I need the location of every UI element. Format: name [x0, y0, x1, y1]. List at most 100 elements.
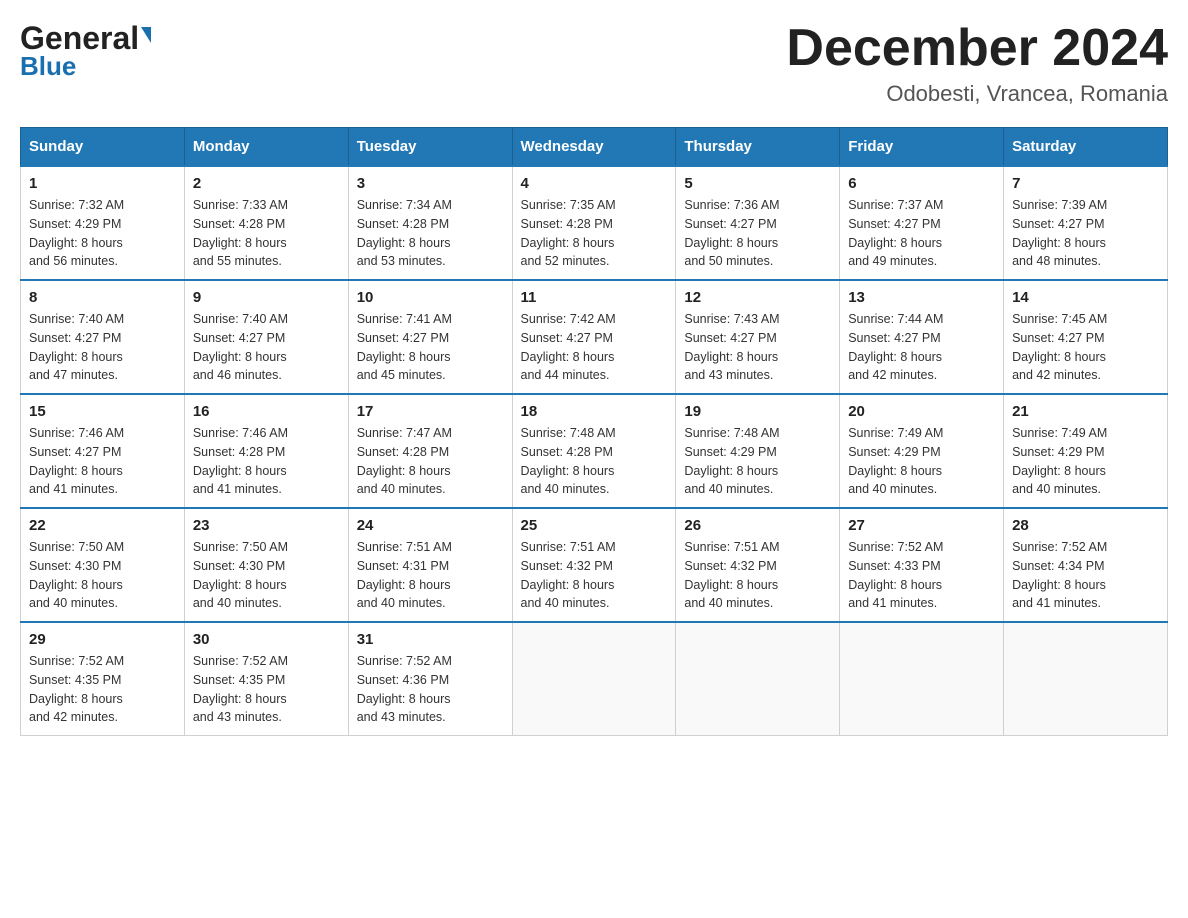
day-number: 15 — [29, 403, 176, 420]
calendar-cell: 26 Sunrise: 7:51 AMSunset: 4:32 PMDaylig… — [676, 508, 840, 622]
day-number: 24 — [357, 517, 504, 534]
day-number: 19 — [684, 403, 831, 420]
calendar-cell: 22 Sunrise: 7:50 AMSunset: 4:30 PMDaylig… — [21, 508, 185, 622]
calendar-cell: 3 Sunrise: 7:34 AMSunset: 4:28 PMDayligh… — [348, 166, 512, 280]
calendar-cell: 20 Sunrise: 7:49 AMSunset: 4:29 PMDaylig… — [840, 394, 1004, 508]
day-number: 11 — [521, 289, 668, 306]
calendar-cell: 12 Sunrise: 7:43 AMSunset: 4:27 PMDaylig… — [676, 280, 840, 394]
day-number: 6 — [848, 175, 995, 192]
day-info: Sunrise: 7:51 AMSunset: 4:32 PMDaylight:… — [521, 538, 668, 613]
calendar-cell: 1 Sunrise: 7:32 AMSunset: 4:29 PMDayligh… — [21, 166, 185, 280]
month-title: December 2024 — [786, 20, 1168, 77]
calendar-cell: 8 Sunrise: 7:40 AMSunset: 4:27 PMDayligh… — [21, 280, 185, 394]
calendar-cell — [512, 622, 676, 736]
day-number: 18 — [521, 403, 668, 420]
day-number: 2 — [193, 175, 340, 192]
day-info: Sunrise: 7:46 AMSunset: 4:27 PMDaylight:… — [29, 424, 176, 499]
day-number: 16 — [193, 403, 340, 420]
day-number: 3 — [357, 175, 504, 192]
day-info: Sunrise: 7:33 AMSunset: 4:28 PMDaylight:… — [193, 196, 340, 271]
day-info: Sunrise: 7:35 AMSunset: 4:28 PMDaylight:… — [521, 196, 668, 271]
day-number: 5 — [684, 175, 831, 192]
day-info: Sunrise: 7:43 AMSunset: 4:27 PMDaylight:… — [684, 310, 831, 385]
day-info: Sunrise: 7:44 AMSunset: 4:27 PMDaylight:… — [848, 310, 995, 385]
weekday-header-row: SundayMondayTuesdayWednesdayThursdayFrid… — [21, 128, 1168, 167]
weekday-header-wednesday: Wednesday — [512, 128, 676, 167]
logo: General Blue — [20, 20, 151, 79]
day-info: Sunrise: 7:40 AMSunset: 4:27 PMDaylight:… — [193, 310, 340, 385]
day-number: 21 — [1012, 403, 1159, 420]
day-number: 27 — [848, 517, 995, 534]
day-info: Sunrise: 7:52 AMSunset: 4:36 PMDaylight:… — [357, 652, 504, 727]
day-info: Sunrise: 7:49 AMSunset: 4:29 PMDaylight:… — [848, 424, 995, 499]
calendar-cell: 28 Sunrise: 7:52 AMSunset: 4:34 PMDaylig… — [1004, 508, 1168, 622]
day-number: 22 — [29, 517, 176, 534]
calendar-week-row: 8 Sunrise: 7:40 AMSunset: 4:27 PMDayligh… — [21, 280, 1168, 394]
day-info: Sunrise: 7:40 AMSunset: 4:27 PMDaylight:… — [29, 310, 176, 385]
calendar-cell: 31 Sunrise: 7:52 AMSunset: 4:36 PMDaylig… — [348, 622, 512, 736]
day-info: Sunrise: 7:52 AMSunset: 4:33 PMDaylight:… — [848, 538, 995, 613]
calendar-cell: 30 Sunrise: 7:52 AMSunset: 4:35 PMDaylig… — [184, 622, 348, 736]
day-number: 29 — [29, 631, 176, 648]
title-area: December 2024 Odobesti, Vrancea, Romania — [786, 20, 1168, 107]
calendar-cell — [1004, 622, 1168, 736]
calendar-cell: 29 Sunrise: 7:52 AMSunset: 4:35 PMDaylig… — [21, 622, 185, 736]
day-info: Sunrise: 7:37 AMSunset: 4:27 PMDaylight:… — [848, 196, 995, 271]
calendar-cell: 16 Sunrise: 7:46 AMSunset: 4:28 PMDaylig… — [184, 394, 348, 508]
calendar-cell: 14 Sunrise: 7:45 AMSunset: 4:27 PMDaylig… — [1004, 280, 1168, 394]
calendar-cell: 25 Sunrise: 7:51 AMSunset: 4:32 PMDaylig… — [512, 508, 676, 622]
day-info: Sunrise: 7:46 AMSunset: 4:28 PMDaylight:… — [193, 424, 340, 499]
weekday-header-monday: Monday — [184, 128, 348, 167]
day-info: Sunrise: 7:32 AMSunset: 4:29 PMDaylight:… — [29, 196, 176, 271]
day-info: Sunrise: 7:52 AMSunset: 4:34 PMDaylight:… — [1012, 538, 1159, 613]
day-number: 23 — [193, 517, 340, 534]
calendar-cell: 27 Sunrise: 7:52 AMSunset: 4:33 PMDaylig… — [840, 508, 1004, 622]
day-info: Sunrise: 7:50 AMSunset: 4:30 PMDaylight:… — [29, 538, 176, 613]
calendar-cell: 23 Sunrise: 7:50 AMSunset: 4:30 PMDaylig… — [184, 508, 348, 622]
day-info: Sunrise: 7:42 AMSunset: 4:27 PMDaylight:… — [521, 310, 668, 385]
calendar-cell: 2 Sunrise: 7:33 AMSunset: 4:28 PMDayligh… — [184, 166, 348, 280]
calendar-cell — [840, 622, 1004, 736]
calendar-week-row: 29 Sunrise: 7:52 AMSunset: 4:35 PMDaylig… — [21, 622, 1168, 736]
day-number: 13 — [848, 289, 995, 306]
location-label: Odobesti, Vrancea, Romania — [786, 81, 1168, 107]
day-number: 28 — [1012, 517, 1159, 534]
day-info: Sunrise: 7:51 AMSunset: 4:32 PMDaylight:… — [684, 538, 831, 613]
calendar-cell: 5 Sunrise: 7:36 AMSunset: 4:27 PMDayligh… — [676, 166, 840, 280]
day-number: 17 — [357, 403, 504, 420]
weekday-header-thursday: Thursday — [676, 128, 840, 167]
day-number: 14 — [1012, 289, 1159, 306]
day-info: Sunrise: 7:48 AMSunset: 4:28 PMDaylight:… — [521, 424, 668, 499]
day-info: Sunrise: 7:52 AMSunset: 4:35 PMDaylight:… — [29, 652, 176, 727]
calendar-cell: 21 Sunrise: 7:49 AMSunset: 4:29 PMDaylig… — [1004, 394, 1168, 508]
day-info: Sunrise: 7:34 AMSunset: 4:28 PMDaylight:… — [357, 196, 504, 271]
logo-arrow-icon — [141, 27, 151, 43]
day-number: 4 — [521, 175, 668, 192]
calendar-cell: 6 Sunrise: 7:37 AMSunset: 4:27 PMDayligh… — [840, 166, 1004, 280]
day-info: Sunrise: 7:48 AMSunset: 4:29 PMDaylight:… — [684, 424, 831, 499]
calendar-cell: 15 Sunrise: 7:46 AMSunset: 4:27 PMDaylig… — [21, 394, 185, 508]
calendar-cell: 18 Sunrise: 7:48 AMSunset: 4:28 PMDaylig… — [512, 394, 676, 508]
day-number: 31 — [357, 631, 504, 648]
calendar-cell: 17 Sunrise: 7:47 AMSunset: 4:28 PMDaylig… — [348, 394, 512, 508]
day-number: 1 — [29, 175, 176, 192]
day-number: 10 — [357, 289, 504, 306]
weekday-header-saturday: Saturday — [1004, 128, 1168, 167]
weekday-header-sunday: Sunday — [21, 128, 185, 167]
day-number: 30 — [193, 631, 340, 648]
calendar-week-row: 1 Sunrise: 7:32 AMSunset: 4:29 PMDayligh… — [21, 166, 1168, 280]
calendar-cell: 9 Sunrise: 7:40 AMSunset: 4:27 PMDayligh… — [184, 280, 348, 394]
weekday-header-tuesday: Tuesday — [348, 128, 512, 167]
day-number: 26 — [684, 517, 831, 534]
calendar-cell — [676, 622, 840, 736]
calendar-cell: 4 Sunrise: 7:35 AMSunset: 4:28 PMDayligh… — [512, 166, 676, 280]
day-info: Sunrise: 7:41 AMSunset: 4:27 PMDaylight:… — [357, 310, 504, 385]
day-info: Sunrise: 7:47 AMSunset: 4:28 PMDaylight:… — [357, 424, 504, 499]
calendar-cell: 7 Sunrise: 7:39 AMSunset: 4:27 PMDayligh… — [1004, 166, 1168, 280]
calendar-week-row: 22 Sunrise: 7:50 AMSunset: 4:30 PMDaylig… — [21, 508, 1168, 622]
day-info: Sunrise: 7:36 AMSunset: 4:27 PMDaylight:… — [684, 196, 831, 271]
day-number: 20 — [848, 403, 995, 420]
day-info: Sunrise: 7:45 AMSunset: 4:27 PMDaylight:… — [1012, 310, 1159, 385]
day-number: 7 — [1012, 175, 1159, 192]
calendar-week-row: 15 Sunrise: 7:46 AMSunset: 4:27 PMDaylig… — [21, 394, 1168, 508]
